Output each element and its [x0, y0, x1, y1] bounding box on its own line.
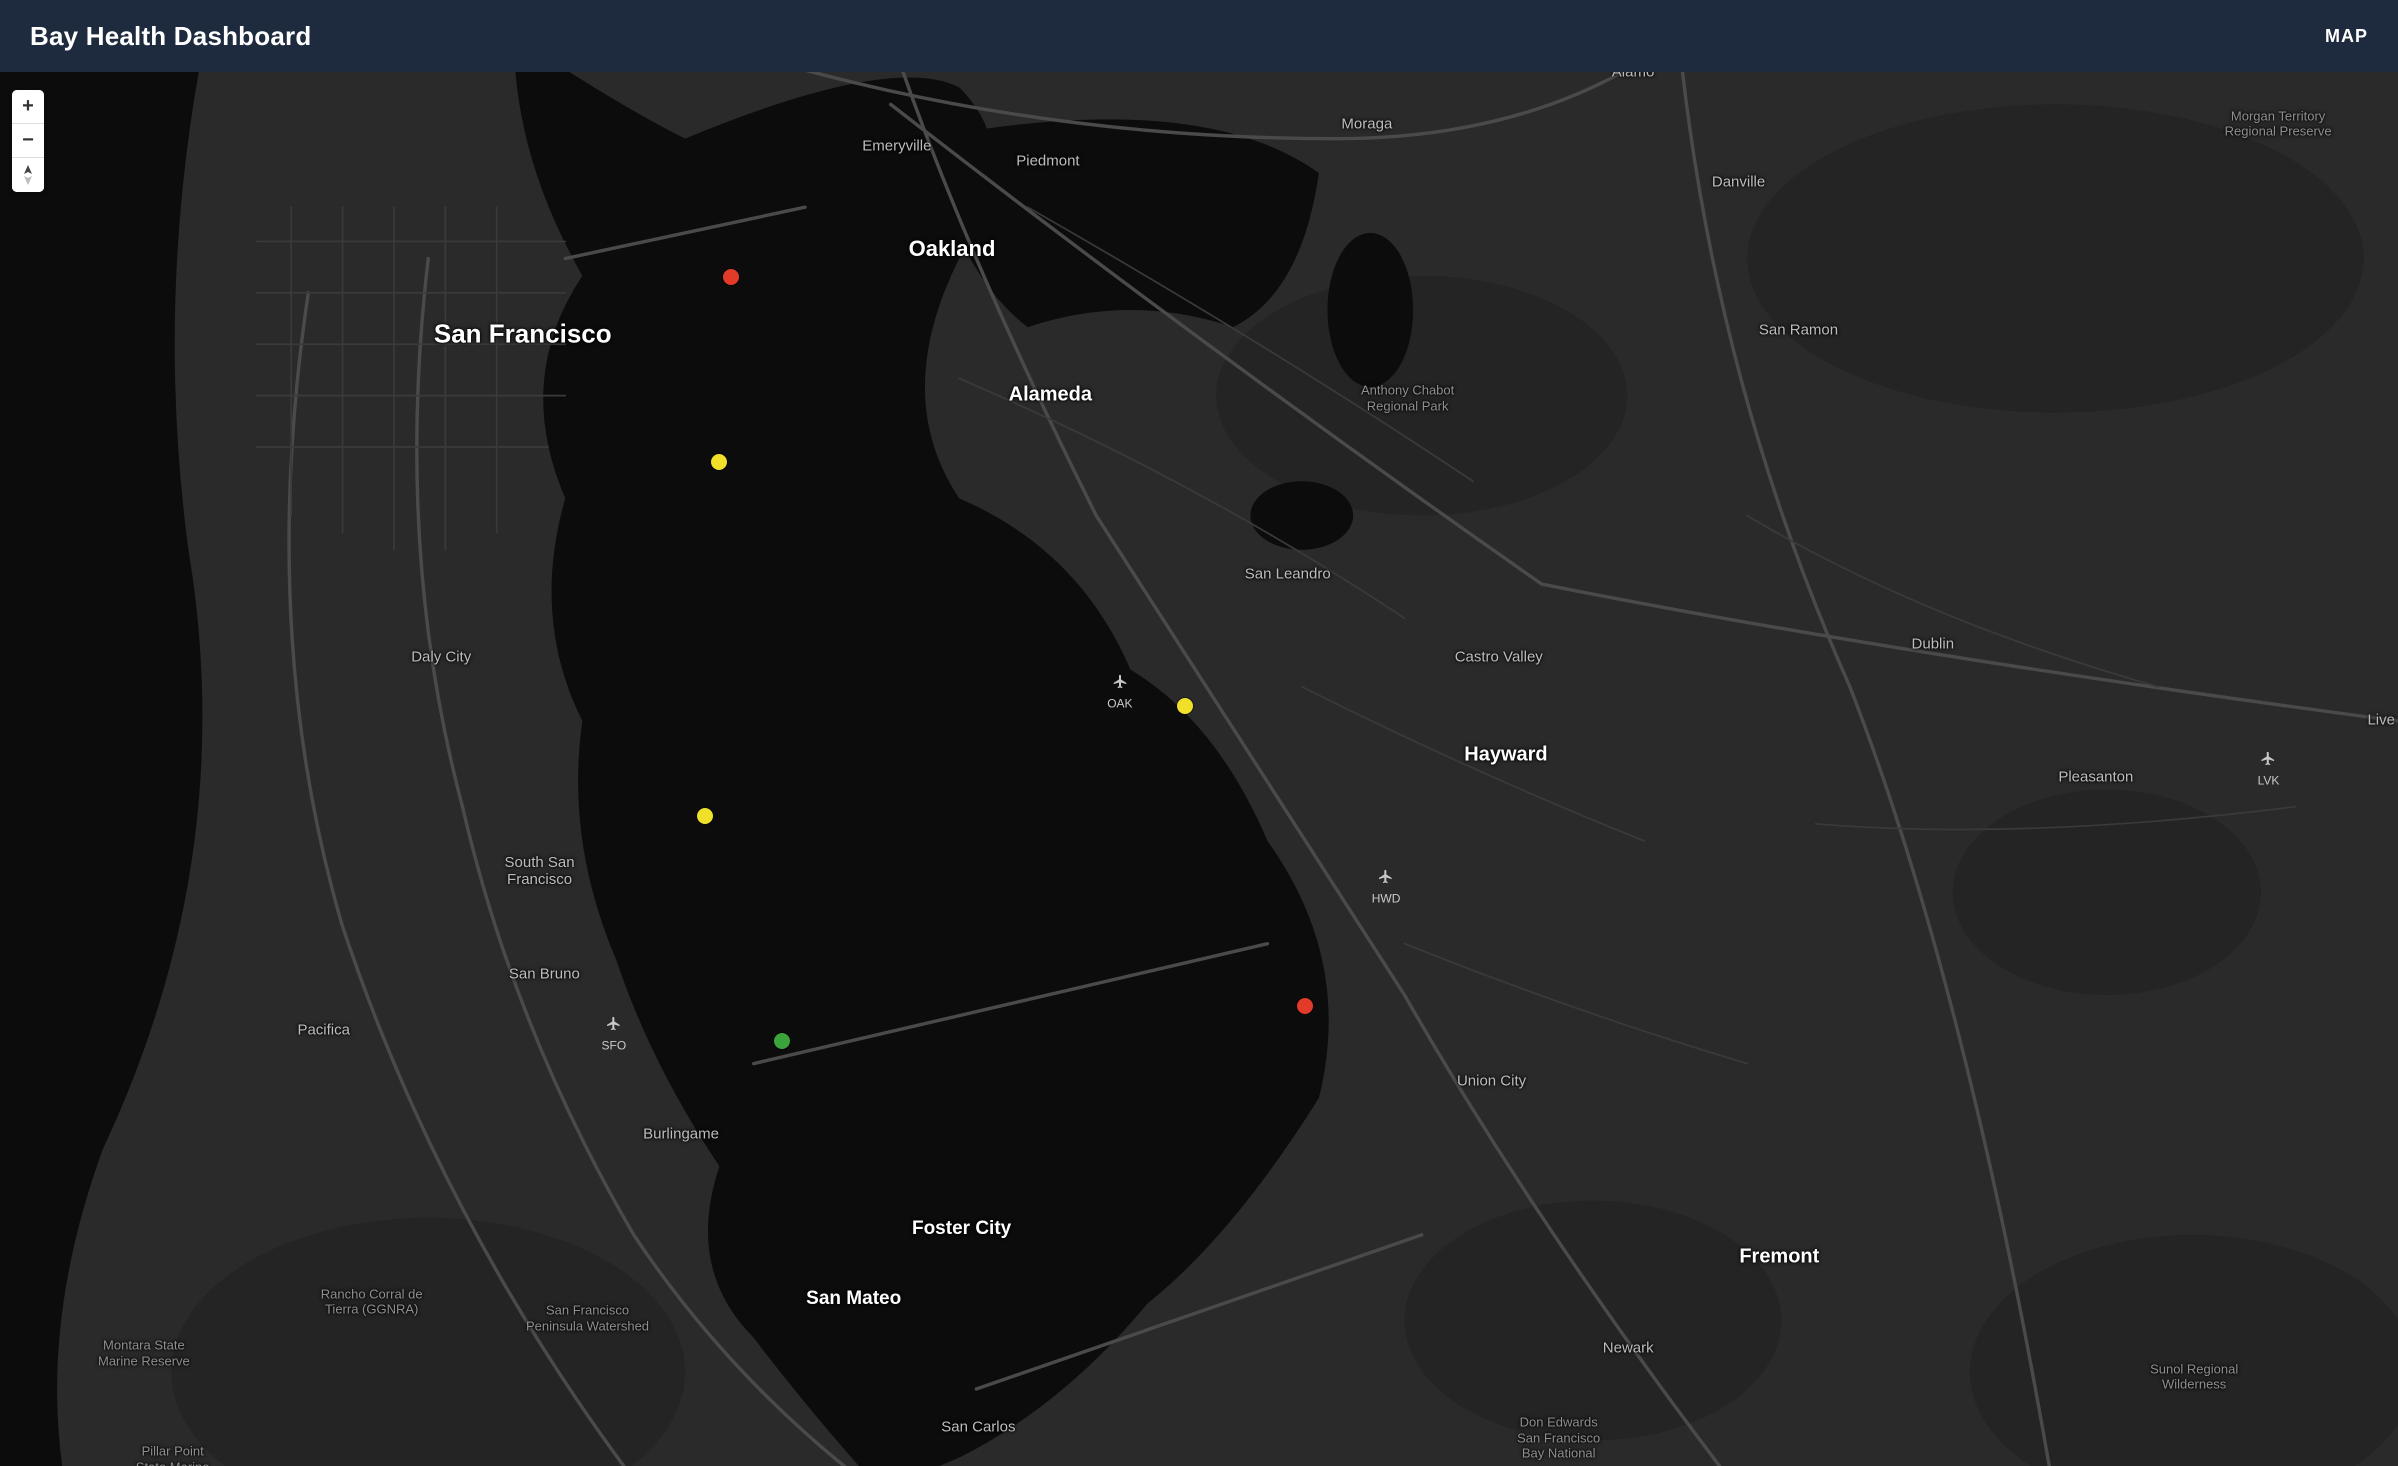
zoom-in-button[interactable]: +	[12, 90, 44, 124]
sensor-marker[interactable]	[697, 808, 713, 824]
sensor-marker[interactable]	[723, 269, 739, 285]
map[interactable]: + − San FranciscoOaklandAlamedaHaywardFr…	[0, 72, 2398, 1466]
reset-bearing-button[interactable]	[12, 158, 44, 192]
compass-icon	[22, 165, 34, 185]
basemap	[0, 72, 2398, 1466]
nav-map-link[interactable]: MAP	[2325, 26, 2368, 47]
sensor-marker[interactable]	[711, 454, 727, 470]
zoom-out-button[interactable]: −	[12, 124, 44, 158]
page-title: Bay Health Dashboard	[30, 21, 311, 52]
sensor-marker[interactable]	[1177, 698, 1193, 714]
zoom-control: + −	[12, 90, 44, 192]
sensor-marker[interactable]	[774, 1033, 790, 1049]
header: Bay Health Dashboard MAP	[0, 0, 2398, 72]
sensor-marker[interactable]	[1297, 998, 1313, 1014]
